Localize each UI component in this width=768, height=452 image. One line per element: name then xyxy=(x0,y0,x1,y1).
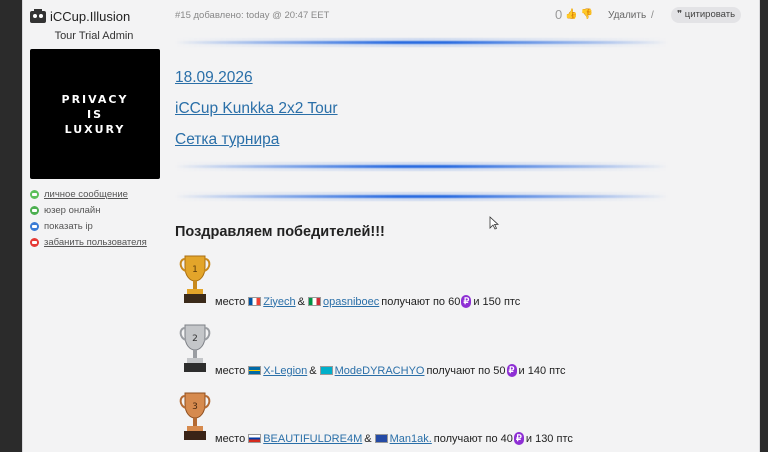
delete-button[interactable]: Удалить xyxy=(608,10,646,21)
action-label: личное сообщение xyxy=(44,188,128,200)
ampersand: & xyxy=(309,364,317,377)
kazakhstan-flag-icon xyxy=(319,366,333,375)
forum-post: iCCup.Illusion Tour Trial Admin PRIVACY … xyxy=(22,0,760,452)
divider-glow xyxy=(175,38,668,47)
ampersand: & xyxy=(297,295,305,308)
place-word: место xyxy=(215,364,246,377)
avatar-text-line: LUXURY xyxy=(64,122,126,136)
ip-icon xyxy=(30,221,39,231)
thumbs-up-icon[interactable]: 👍 xyxy=(565,9,577,20)
rank-number: 3 xyxy=(192,402,198,412)
place-text: место BEAUTIFULDRE4M & Man1ak. получают … xyxy=(215,432,573,445)
quote-label: цитировать xyxy=(684,9,736,20)
place-text: место Ziyech & opasniboec получают по 60… xyxy=(215,295,520,308)
action-label: забанить пользователя xyxy=(44,236,147,248)
action-label: показать ip xyxy=(44,220,93,232)
avatar-text-line: IS xyxy=(86,107,103,121)
bronze-trophy-icon: 3 xyxy=(179,392,211,440)
congrats-heading: Поздравляем победителей!!! xyxy=(175,224,385,240)
ban-user-action[interactable]: забанить пользователя xyxy=(30,234,147,250)
prize-text: получают по 50 xyxy=(426,364,506,377)
user-header: iCCup.Illusion xyxy=(30,7,130,25)
place-row: 1 место Ziyech & opasniboec получают по … xyxy=(175,253,735,308)
send-message-action[interactable]: личное сообщение xyxy=(30,186,147,202)
silver-trophy-icon: 2 xyxy=(179,324,211,372)
gold-trophy-icon: 1 xyxy=(179,255,211,303)
post-meta: #15 добавлено: today @ 20:47 EET xyxy=(175,10,330,21)
coin-icon: ₽ xyxy=(513,432,524,445)
online-icon xyxy=(30,205,39,215)
rank-number: 2 xyxy=(192,334,198,344)
player-link[interactable]: ModeDYRACHYO xyxy=(335,365,425,377)
coin-icon: ₽ xyxy=(506,364,517,377)
show-ip-action[interactable]: показать ip xyxy=(30,218,147,234)
user-online-status: юзер онлайн xyxy=(30,202,147,218)
post-rating: 0 👍 👎 xyxy=(555,7,593,22)
pts-text: и 140 птс xyxy=(518,364,566,377)
quote-icon: ❞ xyxy=(677,9,685,20)
player-link[interactable]: Man1ak. xyxy=(390,433,432,445)
prize-text: получают по 60 xyxy=(381,295,461,308)
ban-icon xyxy=(30,237,39,247)
place-row: 2 место X-Legion & ModeDYRACHYO получают… xyxy=(175,322,735,377)
thumbs-down-icon[interactable]: 👎 xyxy=(581,9,593,20)
user-group-icon xyxy=(30,9,46,23)
date-link[interactable]: 18.09.2026 xyxy=(175,69,253,87)
pts-text: и 130 птс xyxy=(525,432,573,445)
tour-link[interactable]: iCCup Kunkka 2x2 Tour xyxy=(175,100,338,118)
username[interactable]: iCCup.Illusion xyxy=(50,9,130,24)
separator: / xyxy=(651,10,654,21)
coin-icon: ₽ xyxy=(461,295,472,308)
russia-flag-icon xyxy=(248,434,262,443)
player-link[interactable]: X-Legion xyxy=(263,365,307,377)
pts-text: и 150 птс xyxy=(473,295,521,308)
divider-glow xyxy=(175,162,668,171)
prize-text: получают по 40 xyxy=(433,432,513,445)
rank-number: 1 xyxy=(192,265,198,275)
divider-glow xyxy=(175,192,668,201)
scrollbar[interactable] xyxy=(760,0,768,452)
user-title: Tour Trial Admin xyxy=(54,30,134,42)
quote-button[interactable]: ❞ цитировать xyxy=(671,7,742,23)
rating-value: 0 xyxy=(555,7,563,22)
player-link[interactable]: BEAUTIFULDRE4M xyxy=(263,433,362,445)
kosovo-flag-icon xyxy=(374,434,388,443)
place-text: место X-Legion & ModeDYRACHYO получают п… xyxy=(215,364,566,377)
italy-flag-icon xyxy=(307,297,321,306)
place-word: место xyxy=(215,432,246,445)
player-link[interactable]: Ziyech xyxy=(263,296,295,308)
player-link[interactable]: opasniboec xyxy=(323,296,379,308)
avatar-text-line: PRIVACY xyxy=(61,92,129,106)
user-actions: личное сообщение юзер онлайн показать ip… xyxy=(30,186,147,250)
action-label: юзер онлайн xyxy=(44,204,101,216)
mouse-cursor-icon xyxy=(489,216,499,230)
bracket-link[interactable]: Сетка турнира xyxy=(175,131,279,149)
sweden-flag-icon xyxy=(248,366,262,375)
user-sidebar: iCCup.Illusion Tour Trial Admin PRIVACY … xyxy=(23,0,171,452)
avatar: PRIVACY IS LUXURY xyxy=(30,49,160,179)
place-row: 3 место BEAUTIFULDRE4M & Man1ak. получаю… xyxy=(175,390,735,445)
france-flag-icon xyxy=(248,297,262,306)
place-word: место xyxy=(215,295,246,308)
message-icon xyxy=(30,189,39,199)
ampersand: & xyxy=(364,432,372,445)
